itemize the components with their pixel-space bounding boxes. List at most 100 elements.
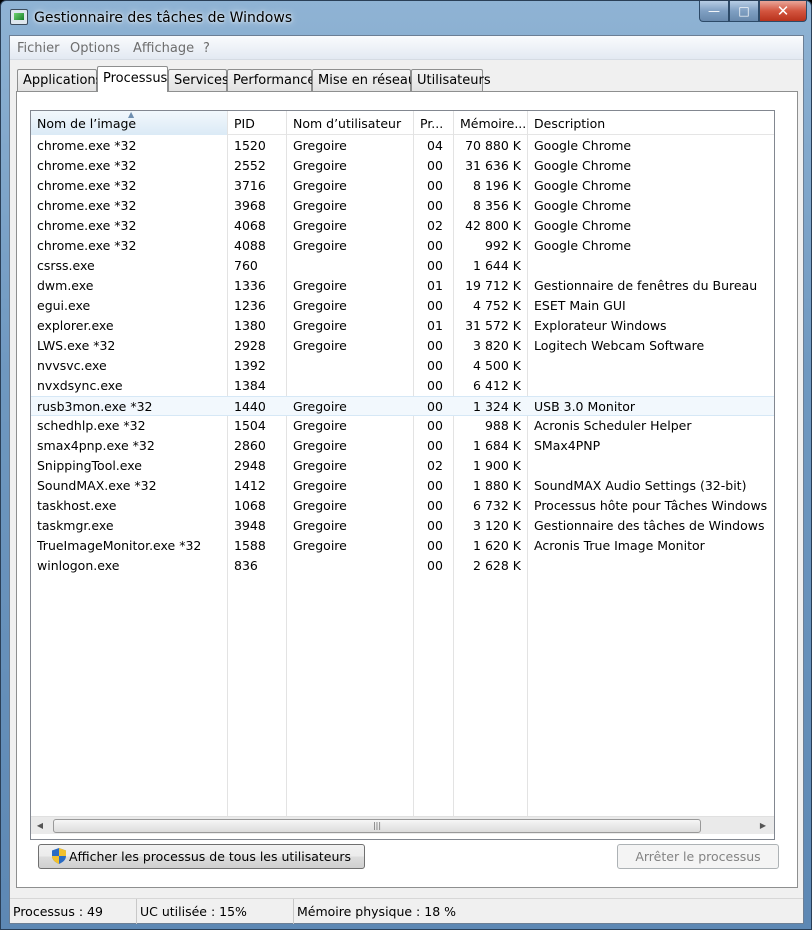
tab-performance[interactable]: Performance	[227, 69, 315, 91]
tab-processus[interactable]: Processus	[97, 66, 168, 92]
cell-memory: 6 412 K	[473, 378, 521, 393]
show-all-processes-label: Afficher les processus de tous les utili…	[68, 849, 352, 864]
table-row[interactable]: SnippingTool.exe 2948 Gregoire 02 1 900 K	[31, 456, 774, 476]
cell-pid: 1520	[234, 138, 266, 153]
cell-memory: 1 684 K	[473, 438, 521, 453]
cell-image-name: LWS.exe *32	[37, 338, 116, 353]
menu-affichage[interactable]: Affichage	[133, 41, 194, 56]
cell-pid: 836	[234, 558, 258, 573]
table-row[interactable]: csrss.exe 760 00 1 644 K	[31, 256, 774, 276]
cell-memory: 8 196 K	[473, 178, 521, 193]
cell-description	[534, 256, 774, 276]
cell-image-name: nvvsvc.exe	[37, 358, 107, 373]
table-row[interactable]: rusb3mon.exe *32 1440 Gregoire 00 1 324 K USB…	[31, 396, 774, 416]
cell-description: Gestionnaire des tâches de Windows	[534, 518, 765, 533]
cell-memory: 1 644 K	[473, 258, 521, 273]
table-row[interactable]: taskmgr.exe 3948 Gregoire 00 3 120 K Gestionn…	[31, 516, 774, 536]
column-header-cpu[interactable]: Pr...	[414, 111, 454, 135]
tab-applications[interactable]: Applications	[17, 69, 102, 91]
cell-username: Gregoire	[293, 138, 347, 153]
maximize-button[interactable]: □	[729, 1, 759, 22]
cell-description: Google Chrome	[534, 238, 632, 253]
table-row[interactable]: winlogon.exe 836 00 2 628 K	[31, 556, 774, 576]
cell-cpu: 00	[427, 198, 443, 213]
cell-image-name: nvxdsync.exe	[37, 378, 123, 393]
cell-description: SoundMAX Audio Settings (32-bit)	[534, 478, 747, 493]
cell-image-name: chrome.exe *32	[37, 198, 137, 213]
uac-shield-icon	[51, 848, 66, 864]
cell-memory: 4 500 K	[473, 358, 521, 373]
cell-cpu: 00	[427, 538, 443, 553]
cell-description	[534, 456, 774, 476]
cell-pid: 4068	[234, 218, 266, 233]
cell-username: Gregoire	[293, 399, 347, 414]
cell-cpu: 00	[427, 378, 443, 393]
cell-image-name: chrome.exe *32	[37, 138, 137, 153]
menu-options[interactable]: Options	[70, 41, 120, 56]
horizontal-scrollbar[interactable]: ◀ ||| ▶	[31, 816, 774, 834]
table-row[interactable]: chrome.exe *32 2552 Gregoire 00 31 636 K Goog…	[31, 156, 774, 176]
cell-memory: 8 356 K	[473, 198, 521, 213]
table-row[interactable]: chrome.exe *32 4088 Gregoire 00 992 K Google …	[31, 236, 774, 256]
column-header-pid[interactable]: PID	[228, 111, 286, 135]
cell-description: Acronis True Image Monitor	[534, 538, 705, 553]
cell-image-name: winlogon.exe	[37, 558, 120, 573]
cell-description: Gestionnaire de fenêtres du Bureau	[534, 278, 758, 293]
cell-image-name: taskhost.exe	[37, 498, 117, 513]
table-row[interactable]: dwm.exe 1336 Gregoire 01 19 712 K Gestionnair…	[31, 276, 774, 296]
cell-username: Gregoire	[293, 478, 347, 493]
cell-cpu: 00	[427, 338, 443, 353]
cell-image-name: smax4pnp.exe *32	[37, 438, 155, 453]
column-header-label: Nom de l’image	[37, 116, 137, 131]
table-row[interactable]: chrome.exe *32 3968 Gregoire 00 8 356 K Googl…	[31, 196, 774, 216]
cell-memory: 31 636 K	[465, 158, 521, 173]
process-list[interactable]: Nom de l’image ▲ PID Nom d’utilisateur P…	[30, 110, 775, 840]
table-row[interactable]: TrueImageMonitor.exe *32 1588 Gregoire 00 1 …	[31, 536, 774, 556]
menu-help[interactable]: ?	[203, 41, 210, 56]
scroll-right-icon[interactable]: ▶	[754, 817, 772, 835]
cell-pid: 1440	[234, 399, 266, 414]
tab-mise-en-reseau[interactable]: Mise en réseau	[312, 69, 416, 91]
cell-description	[534, 556, 774, 576]
table-row[interactable]: taskhost.exe 1068 Gregoire 00 6 732 K Process…	[31, 496, 774, 516]
cell-description: Google Chrome	[534, 218, 632, 233]
cell-cpu: 01	[427, 318, 443, 333]
menu-fichier[interactable]: Fichier	[17, 41, 60, 56]
close-button[interactable]: ✕	[759, 1, 807, 22]
table-row[interactable]: explorer.exe 1380 Gregoire 01 31 572 K Explor…	[31, 316, 774, 336]
title-bar[interactable]: Gestionnaire des tâches de Windows — □ ✕	[1, 1, 811, 35]
cell-cpu: 00	[427, 518, 443, 533]
table-row[interactable]: smax4pnp.exe *32 2860 Gregoire 00 1 684 K SMa…	[31, 436, 774, 456]
table-row[interactable]: LWS.exe *32 2928 Gregoire 00 3 820 K Logitech…	[31, 336, 774, 356]
column-header-username[interactable]: Nom d’utilisateur	[287, 111, 413, 135]
end-process-button[interactable]: Arrêter le processus	[617, 844, 779, 869]
column-header-image-name[interactable]: Nom de l’image ▲	[31, 111, 227, 135]
cell-image-name: chrome.exe *32	[37, 238, 137, 253]
window-title: Gestionnaire des tâches de Windows	[34, 10, 293, 26]
scroll-left-icon[interactable]: ◀	[31, 817, 49, 835]
cell-memory: 31 572 K	[465, 318, 521, 333]
cell-memory: 3 820 K	[473, 338, 521, 353]
column-header-description[interactable]: Description	[528, 111, 774, 135]
table-row[interactable]: chrome.exe *32 1520 Gregoire 04 70 880 K Goog…	[31, 136, 774, 156]
show-all-processes-button[interactable]: Afficher les processus de tous les utili…	[38, 844, 365, 869]
tab-services[interactable]: Services	[168, 69, 229, 91]
cell-username: Gregoire	[293, 238, 347, 253]
table-row[interactable]: chrome.exe *32 3716 Gregoire 00 8 196 K Googl…	[31, 176, 774, 196]
scrollbar-thumb[interactable]: |||	[53, 819, 701, 833]
table-row[interactable]: egui.exe 1236 Gregoire 00 4 752 K ESET Main G…	[31, 296, 774, 316]
tab-utilisateurs[interactable]: Utilisateurs	[411, 69, 491, 91]
minimize-button[interactable]: —	[699, 1, 729, 22]
table-row[interactable]: nvxdsync.exe 1384 00 6 412 K	[31, 376, 774, 396]
table-row[interactable]: schedhlp.exe *32 1504 Gregoire 00 988 K Acron…	[31, 416, 774, 436]
cell-username: Gregoire	[293, 318, 347, 333]
table-row[interactable]: nvvsvc.exe 1392 00 4 500 K	[31, 356, 774, 376]
task-manager-icon[interactable]	[10, 9, 28, 25]
cell-cpu: 00	[427, 298, 443, 313]
table-row[interactable]: SoundMAX.exe *32 1412 Gregoire 00 1 880 K Sou…	[31, 476, 774, 496]
cell-description: Google Chrome	[534, 158, 632, 173]
table-row[interactable]: chrome.exe *32 4068 Gregoire 02 42 800 K Goog…	[31, 216, 774, 236]
cell-pid: 2928	[234, 338, 266, 353]
cell-pid: 4088	[234, 238, 266, 253]
column-header-memory[interactable]: Mémoire...	[454, 111, 527, 135]
